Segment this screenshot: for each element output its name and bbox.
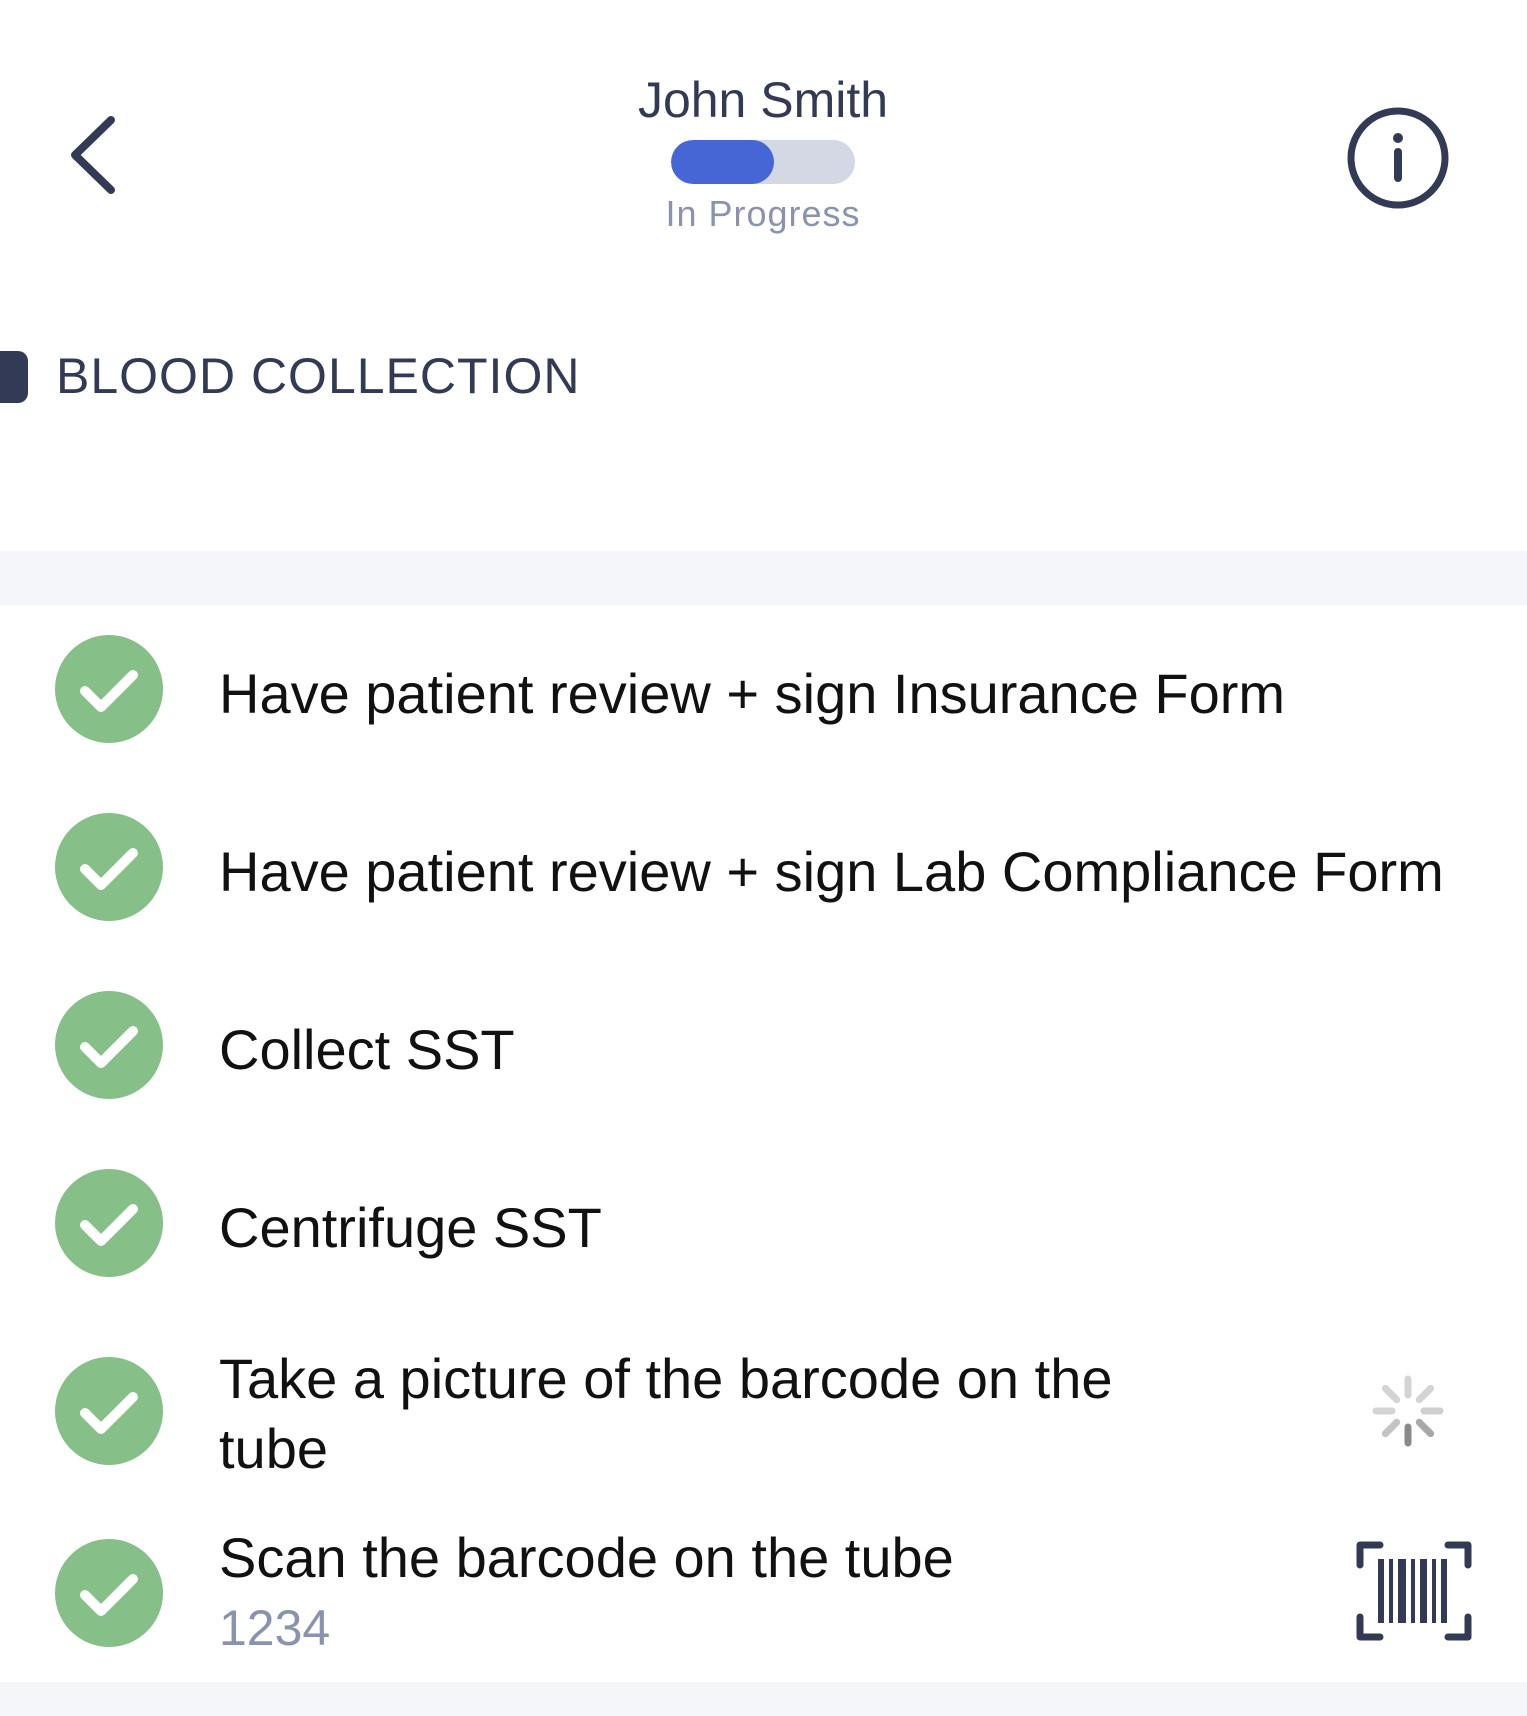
task-item[interactable]: Collect SST bbox=[0, 961, 1527, 1131]
info-button[interactable] bbox=[1340, 100, 1456, 216]
bottom-band bbox=[0, 1682, 1527, 1716]
chevron-left-icon bbox=[71, 116, 115, 194]
barcode-scan-icon[interactable] bbox=[1356, 1541, 1472, 1641]
section-marker bbox=[0, 351, 28, 403]
check-complete-icon bbox=[55, 991, 163, 1099]
task-item[interactable]: Take a picture of the barcode on the tub… bbox=[0, 1317, 1527, 1497]
back-button[interactable] bbox=[55, 100, 135, 210]
check-complete-icon bbox=[55, 1539, 163, 1647]
header: John Smith In Progress bbox=[0, 0, 1527, 260]
task-label: Take a picture of the barcode on the tub… bbox=[219, 1347, 1113, 1480]
check-complete-icon bbox=[55, 813, 163, 921]
task-label: Centrifuge SST bbox=[219, 1196, 602, 1259]
status-text: In Progress bbox=[665, 193, 861, 234]
task-label: Have patient review + sign Lab Complianc… bbox=[219, 840, 1444, 903]
check-complete-icon bbox=[55, 1169, 163, 1277]
progress-bar bbox=[671, 140, 855, 184]
check-complete-icon bbox=[55, 635, 163, 743]
loading-spinner-icon bbox=[1372, 1375, 1444, 1447]
task-value: 1234 bbox=[219, 1600, 331, 1656]
task-label: Have patient review + sign Insurance For… bbox=[219, 662, 1286, 725]
info-circle-icon bbox=[1347, 107, 1449, 209]
task-item[interactable]: Have patient review + sign Lab Complianc… bbox=[0, 783, 1527, 953]
progress-bar-fill bbox=[671, 140, 775, 184]
patient-name: John Smith bbox=[637, 72, 889, 128]
task-label: Collect SST bbox=[219, 1018, 515, 1081]
task-label: Scan the barcode on the tube bbox=[219, 1526, 954, 1589]
section-header: BLOOD COLLECTION bbox=[0, 340, 1527, 412]
task-item[interactable]: Scan the barcode on the tube 1234 bbox=[0, 1501, 1527, 1680]
section-divider bbox=[0, 551, 1527, 605]
check-complete-icon bbox=[55, 1357, 163, 1465]
section-title: BLOOD COLLECTION bbox=[56, 348, 581, 404]
task-item[interactable]: Centrifuge SST bbox=[0, 1139, 1527, 1309]
task-list: Have patient review + sign Insurance For… bbox=[0, 605, 1527, 1680]
task-item[interactable]: Have patient review + sign Insurance For… bbox=[0, 605, 1527, 775]
title-block: John Smith In Progress bbox=[560, 68, 966, 236]
